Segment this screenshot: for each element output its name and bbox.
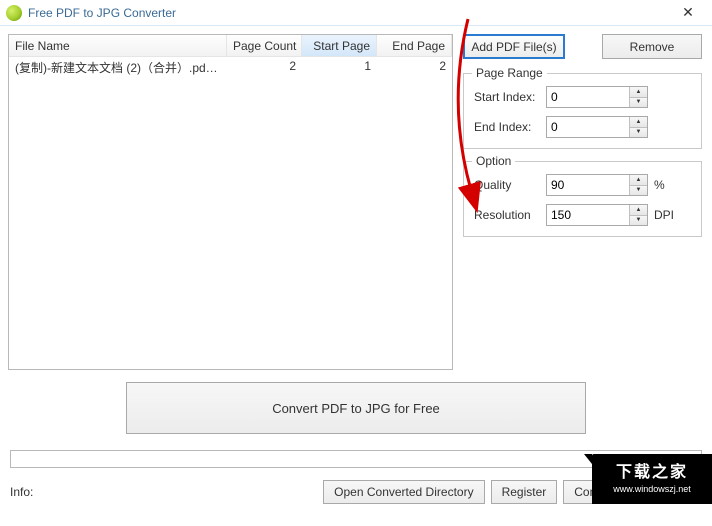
end-index-row: End Index: ▲ ▼ xyxy=(474,116,691,138)
cell-startpage: 1 xyxy=(302,57,377,77)
window-title: Free PDF to JPG Converter xyxy=(28,6,176,20)
register-button[interactable]: Register xyxy=(491,480,558,504)
title-bar: Free PDF to JPG Converter ✕ xyxy=(0,0,712,26)
cell-endpage: 2 xyxy=(377,57,452,77)
spin-down-icon[interactable]: ▼ xyxy=(630,128,647,138)
resolution-row: Resolution ▲ ▼ DPI xyxy=(474,204,691,226)
spin-up-icon[interactable]: ▲ xyxy=(630,175,647,186)
spin-down-icon[interactable]: ▼ xyxy=(630,98,647,108)
top-button-row: Add PDF File(s) Remove xyxy=(463,34,702,59)
page-range-group: Page Range Start Index: ▲ ▼ End Index: ▲ xyxy=(463,73,702,149)
spin-buttons: ▲ ▼ xyxy=(629,87,647,107)
right-panel: Add PDF File(s) Remove Page Range Start … xyxy=(463,34,702,370)
start-index-label: Start Index: xyxy=(474,90,540,104)
footer: Info: Open Converted Directory Register … xyxy=(0,478,712,506)
table-row[interactable]: (复制)-新建文本文档 (2)（合并）.pdf-... 2 1 2 xyxy=(9,57,452,77)
spin-up-icon[interactable]: ▲ xyxy=(630,117,647,128)
end-index-label: End Index: xyxy=(474,120,540,134)
cell-filename: (复制)-新建文本文档 (2)（合并）.pdf-... xyxy=(9,57,227,77)
main-content: File Name Page Count Start Page End Page… xyxy=(0,26,712,370)
quality-label: Quality xyxy=(474,178,540,192)
col-header-endpage[interactable]: End Page xyxy=(377,35,452,57)
command-line-button[interactable]: Command Line, Site L xyxy=(563,480,704,504)
resolution-input[interactable] xyxy=(547,205,629,225)
spin-up-icon[interactable]: ▲ xyxy=(630,205,647,216)
spin-buttons: ▲ ▼ xyxy=(629,175,647,195)
start-index-spinner[interactable]: ▲ ▼ xyxy=(546,86,648,108)
spin-buttons: ▲ ▼ xyxy=(629,205,647,225)
cell-pagecount: 2 xyxy=(227,57,302,77)
spin-buttons: ▲ ▼ xyxy=(629,117,647,137)
option-legend: Option xyxy=(472,154,515,168)
end-index-spinner[interactable]: ▲ ▼ xyxy=(546,116,648,138)
resolution-spinner[interactable]: ▲ ▼ xyxy=(546,204,648,226)
start-index-input[interactable] xyxy=(547,87,629,107)
option-group: Option Quality ▲ ▼ % Resolution ▲ xyxy=(463,161,702,237)
spin-up-icon[interactable]: ▲ xyxy=(630,87,647,98)
quality-row: Quality ▲ ▼ % xyxy=(474,174,691,196)
convert-row: Convert PDF to JPG for Free xyxy=(0,370,712,450)
col-header-pagecount[interactable]: Page Count xyxy=(227,35,302,57)
col-header-startpage[interactable]: Start Page xyxy=(302,35,377,57)
remove-button[interactable]: Remove xyxy=(602,34,702,59)
open-directory-button[interactable]: Open Converted Directory xyxy=(323,480,484,504)
info-label: Info: xyxy=(8,485,33,499)
page-range-legend: Page Range xyxy=(472,66,547,80)
resolution-label: Resolution xyxy=(474,208,540,222)
progress-bar xyxy=(10,450,702,468)
convert-button[interactable]: Convert PDF to JPG for Free xyxy=(126,382,586,434)
end-index-input[interactable] xyxy=(547,117,629,137)
file-table[interactable]: File Name Page Count Start Page End Page… xyxy=(8,34,453,370)
spin-down-icon[interactable]: ▼ xyxy=(630,186,647,196)
quality-unit: % xyxy=(654,178,665,192)
start-index-row: Start Index: ▲ ▼ xyxy=(474,86,691,108)
quality-spinner[interactable]: ▲ ▼ xyxy=(546,174,648,196)
close-button[interactable]: ✕ xyxy=(670,4,706,21)
quality-input[interactable] xyxy=(547,175,629,195)
col-header-filename[interactable]: File Name xyxy=(9,35,227,57)
resolution-unit: DPI xyxy=(654,208,674,222)
app-icon xyxy=(6,5,22,21)
table-header: File Name Page Count Start Page End Page xyxy=(9,35,452,57)
add-pdf-button[interactable]: Add PDF File(s) xyxy=(463,34,565,59)
spin-down-icon[interactable]: ▼ xyxy=(630,216,647,226)
